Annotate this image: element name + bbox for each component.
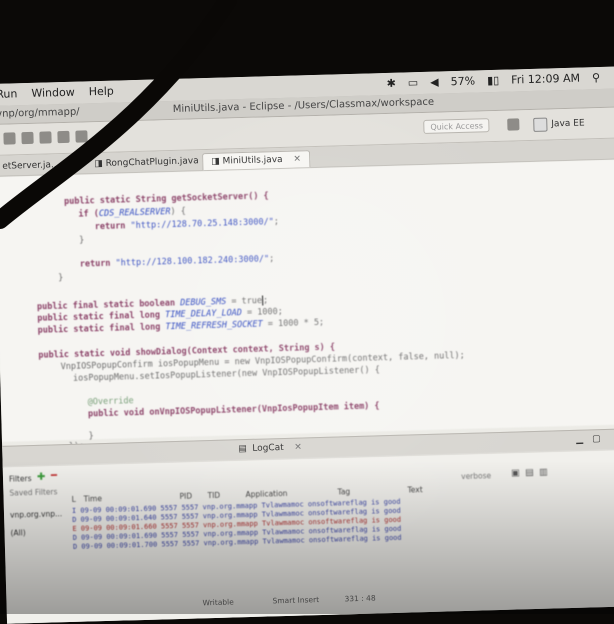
menu-run[interactable]: Run bbox=[0, 87, 18, 101]
run-icon[interactable] bbox=[39, 131, 52, 144]
volume-icon[interactable]: ◀ bbox=[430, 76, 439, 89]
spotlight-icon[interactable]: ⚲ bbox=[592, 71, 600, 84]
code-line: return "http://128.100.182.240:3000/"; bbox=[49, 244, 275, 280]
battery-icon[interactable]: ▮▯ bbox=[487, 74, 499, 87]
tab-rong-chat-plugin[interactable]: ◨ RongChatPlugin.java bbox=[86, 153, 207, 172]
open-perspective-icon[interactable] bbox=[507, 118, 520, 131]
save-log-icon[interactable]: ▣ bbox=[511, 468, 520, 478]
menu-help[interactable]: Help bbox=[89, 85, 114, 99]
clock[interactable]: Fri 12:09 AM bbox=[511, 72, 580, 87]
code-text: ; bbox=[273, 217, 280, 228]
battery-percent: 57% bbox=[450, 74, 476, 89]
code-text: } bbox=[88, 431, 94, 442]
tab-label: MiniUtils.java bbox=[222, 154, 283, 167]
tab-socket-server[interactable]: etServer.ja... bbox=[0, 157, 68, 175]
status-cursor-position: 331 : 48 bbox=[344, 593, 376, 604]
code-line: return "http://128.70.25.148:3000/"; bbox=[64, 207, 280, 243]
save-icon[interactable] bbox=[21, 131, 34, 145]
logcat-icon: ▤ bbox=[238, 444, 247, 455]
tab-label: etServer.ja... bbox=[2, 160, 60, 172]
filters-label: Filters bbox=[8, 474, 32, 484]
log-level-select[interactable]: verbose bbox=[461, 471, 491, 481]
perspective-label: Java EE bbox=[551, 118, 585, 130]
code-editor[interactable]: public static String getSocketServer() {… bbox=[0, 159, 614, 452]
remove-filter-icon[interactable]: ━ bbox=[51, 470, 57, 481]
code-text: iosPopupMenu.setIosPopupListener(new Vnp… bbox=[72, 365, 381, 384]
scroll-lock-icon[interactable]: ▥ bbox=[539, 468, 548, 478]
clear-log-icon[interactable]: ▤ bbox=[525, 468, 534, 478]
code-keyword: return bbox=[94, 221, 131, 233]
debug-icon[interactable] bbox=[57, 130, 70, 144]
code-line: } bbox=[27, 263, 64, 294]
code-text: } bbox=[58, 273, 64, 284]
bluetooth-icon[interactable]: ✱ bbox=[386, 77, 396, 90]
airplay-icon[interactable]: ▭ bbox=[408, 76, 419, 89]
menu-window[interactable]: Window bbox=[31, 86, 75, 100]
column-application: Application bbox=[245, 488, 288, 500]
code-string: "http://128.70.25.148:3000/" bbox=[130, 217, 274, 232]
column-text: Text bbox=[407, 485, 423, 495]
column-pid: PID bbox=[179, 491, 193, 501]
new-icon[interactable] bbox=[3, 132, 16, 145]
eclipse-screen: Run Window Help ✱ ▭ ◀ 57% ▮▯ Fri 12:09 A… bbox=[0, 66, 614, 624]
column-time: Time bbox=[83, 494, 103, 504]
code-text: public void onVnpIOSPopupListener(VnpIos… bbox=[87, 401, 380, 420]
tab-label: RongChatPlugin.java bbox=[105, 156, 199, 169]
filter-item[interactable]: vnp.org.vnp... bbox=[10, 509, 62, 519]
search-icon[interactable] bbox=[75, 130, 88, 143]
window-title: MiniUtils.java - Eclipse - /Users/Classm… bbox=[172, 96, 435, 115]
perspective-java-ee[interactable]: Java EE bbox=[533, 116, 585, 132]
tab-mini-utils[interactable]: ◨ MiniUtils.java ✕ bbox=[202, 150, 311, 171]
column-level: L bbox=[71, 494, 76, 504]
code-string: "http://128.100.182.240:3000/" bbox=[115, 254, 270, 269]
maximize-icon[interactable]: ▢ bbox=[592, 434, 601, 444]
tab-logcat[interactable]: LogCat bbox=[252, 443, 284, 454]
add-filter-icon[interactable]: ✚ bbox=[37, 472, 46, 483]
quick-access-input[interactable]: Quick Access bbox=[423, 118, 490, 134]
java-ee-icon bbox=[533, 117, 548, 132]
status-insert-mode: Smart Insert bbox=[272, 595, 320, 606]
code-text: } bbox=[78, 235, 85, 246]
filter-item-all[interactable]: (All) bbox=[10, 528, 25, 537]
code-text: = 1000 * 5; bbox=[262, 317, 325, 330]
java-file-icon: ◨ bbox=[94, 158, 106, 170]
close-icon[interactable]: ✕ bbox=[294, 442, 302, 452]
code-text: ; bbox=[268, 254, 275, 265]
code-keyword: public static final long bbox=[37, 322, 166, 336]
close-icon[interactable]: ✕ bbox=[293, 154, 301, 164]
column-tag: Tag bbox=[337, 487, 351, 497]
status-writable: Writable bbox=[202, 597, 234, 608]
window-path: /vnp/org/mmapp/ bbox=[0, 106, 80, 120]
code-field: TIME_REFRESH_SOCKET bbox=[165, 319, 263, 333]
column-tid: TID bbox=[207, 490, 221, 501]
minimize-icon[interactable]: ▁ bbox=[576, 435, 583, 445]
saved-filters-hint: Saved Filters bbox=[9, 487, 58, 498]
code-keyword: return bbox=[79, 258, 116, 270]
java-file-icon: ◨ bbox=[211, 156, 223, 167]
